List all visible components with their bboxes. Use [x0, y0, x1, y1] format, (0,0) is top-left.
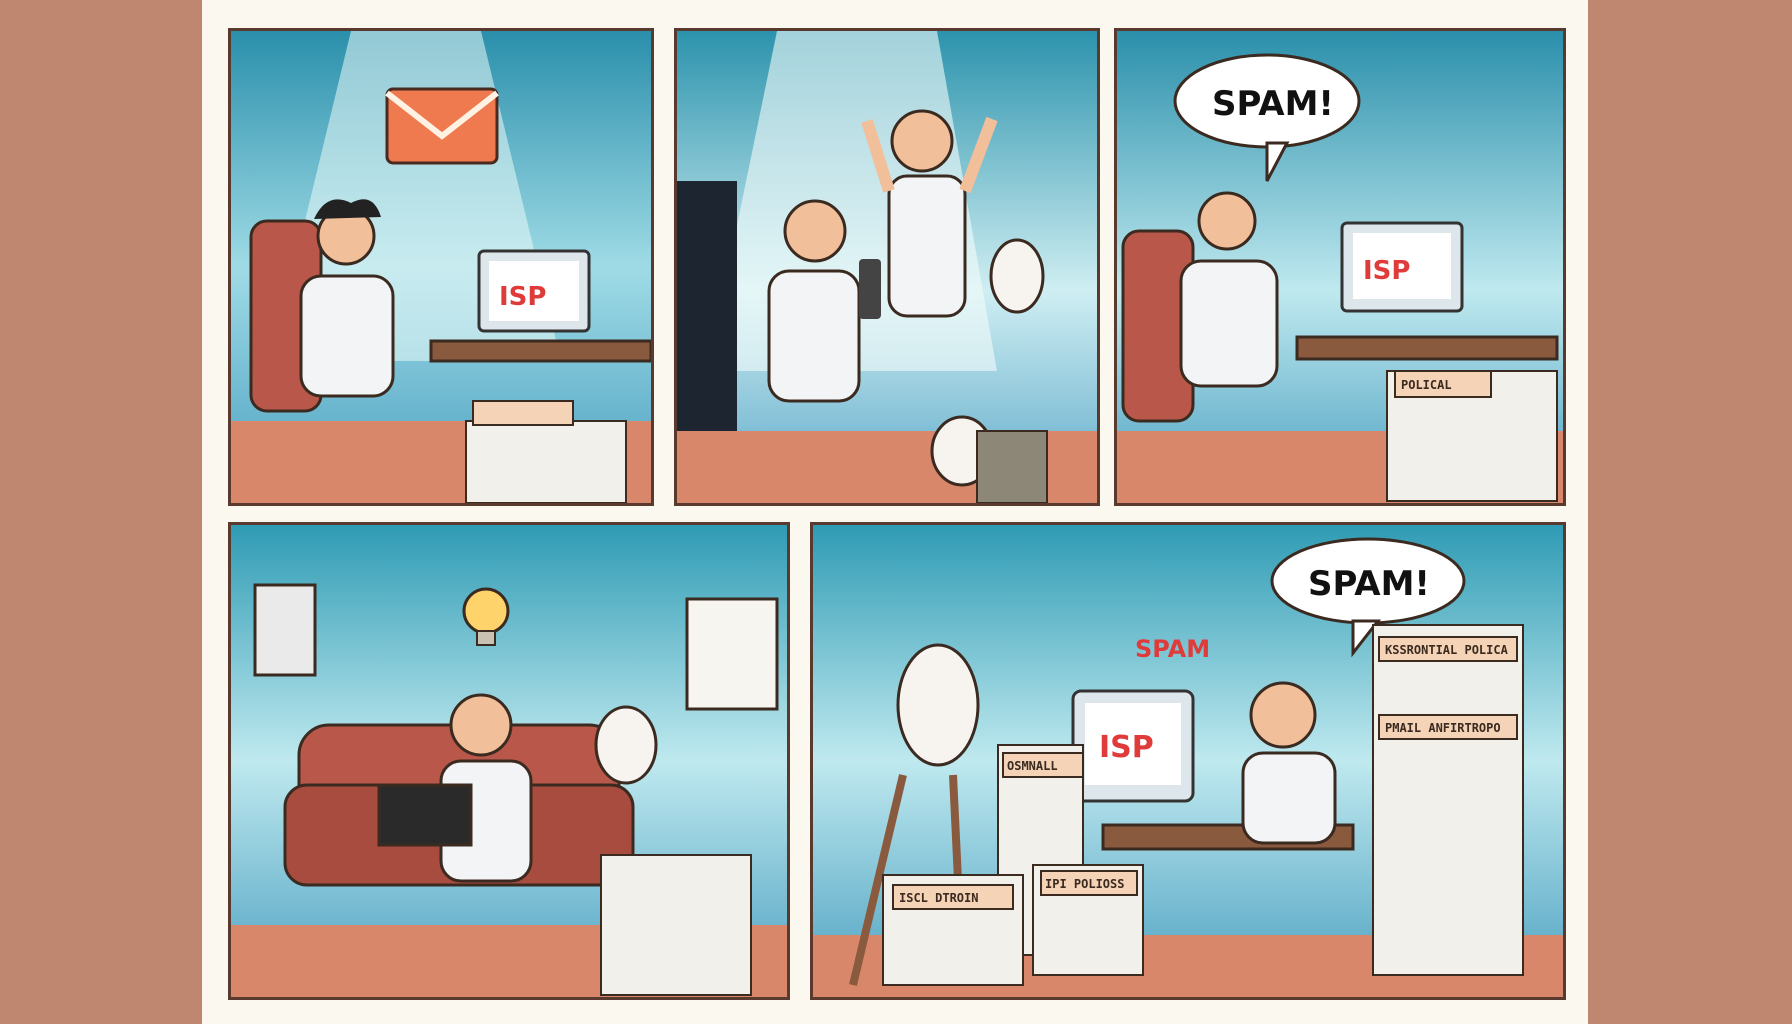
box-label: POLICAL — [1401, 378, 1452, 392]
panel-spam-realization: SPAM! ISP POLICAL — [1114, 28, 1566, 506]
envelope-icon — [385, 87, 499, 165]
paper-stack-icon: KSSRONTIAL POLICA PMAIL ANFIRTROPO — [1372, 624, 1524, 976]
box-label: ISCL DTROIN — [899, 891, 978, 905]
speech-text-spam: SPAM! — [1308, 564, 1430, 604]
panel-excited-scientist — [674, 28, 1100, 506]
box-label: IPI POLIOSS — [1045, 877, 1124, 891]
speech-text-spam: SPAM! — [1212, 84, 1334, 124]
paper-stack-icon: IPI POLIOSS — [1032, 864, 1144, 976]
comic-page: ISP SPAM! ISP POLICAL SPAM! SPAM ISP KSS… — [202, 0, 1588, 1024]
panel-idea — [228, 522, 790, 1000]
monitor-label-isp: ISP — [1363, 256, 1410, 286]
panel-spam-chaos: SPAM! SPAM ISP KSSRONTIAL POLICA PMAIL A… — [810, 522, 1566, 1000]
shout-text-spam: SPAM — [1135, 635, 1210, 663]
monitor-label-isp: ISP — [1099, 730, 1154, 765]
box-label: PMAIL ANFIRTROPO — [1385, 721, 1501, 735]
paper-stack-icon: POLICAL — [1386, 370, 1558, 502]
box-label: KSSRONTIAL POLICA — [1385, 643, 1509, 657]
monitor-label-isp: ISP — [499, 282, 546, 312]
box-label: OSMNALL — [1007, 759, 1058, 773]
paper-stack-icon: ISCL DTROIN — [882, 874, 1024, 986]
panel-email-arrives: ISP — [228, 28, 654, 506]
